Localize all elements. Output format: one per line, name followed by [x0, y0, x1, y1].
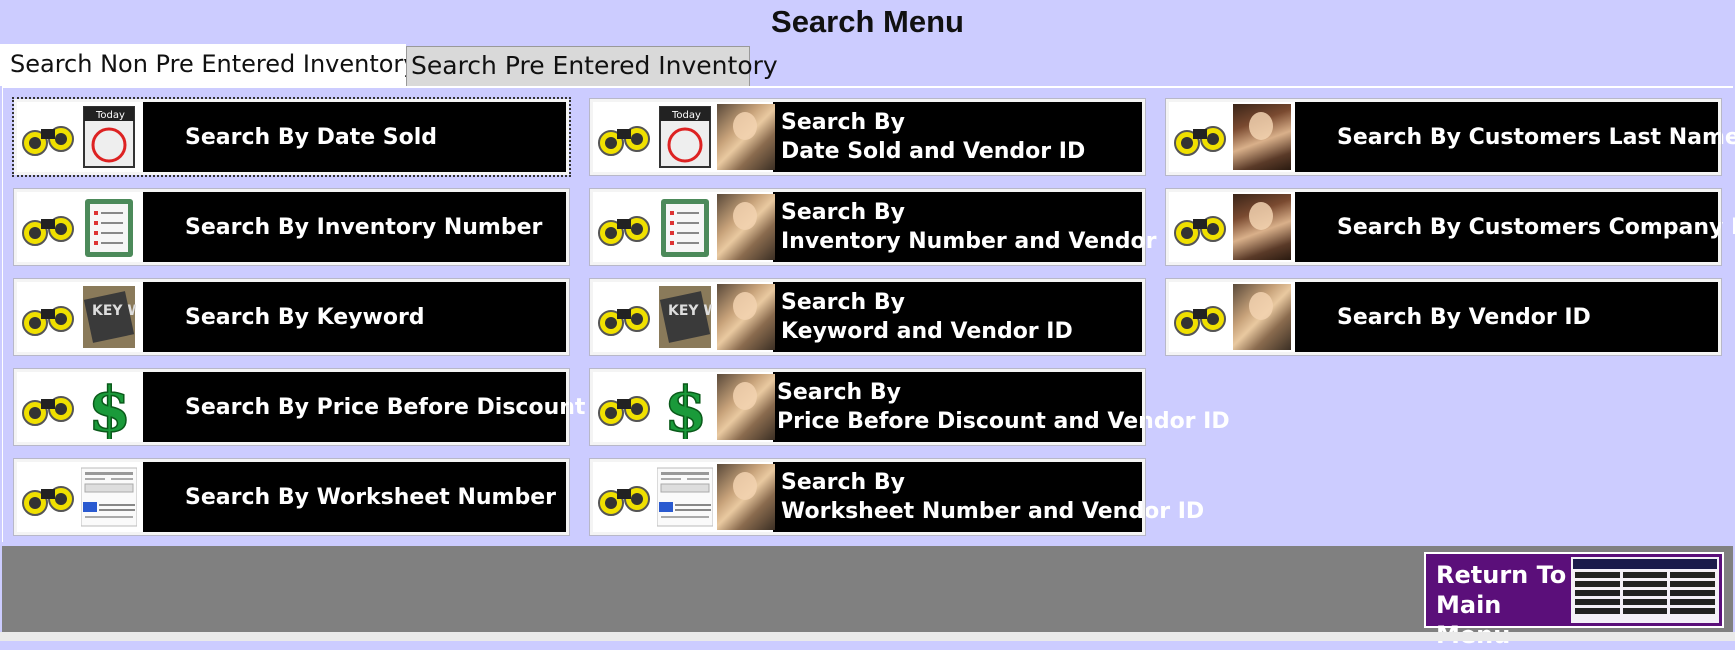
tab-pre-entered[interactable]: Search Pre Entered Inventory [406, 46, 778, 86]
button-label: Search By Vendor ID [1337, 304, 1591, 330]
keyword-cube-icon: KEY Words [657, 286, 713, 348]
vendor-photo-icon [717, 464, 775, 530]
svg-text:KEY Words: KEY Words [92, 303, 136, 319]
button-label: Search By Keyword and Vendor ID [781, 290, 1073, 344]
search-by-vendor-id-button[interactable]: Search By Vendor ID [1165, 278, 1722, 356]
today-calendar-icon: Today [657, 106, 713, 168]
binoculars-icon [21, 196, 77, 258]
dollar-sign-icon: $ [657, 375, 713, 439]
button-label: Search By Date Sold and Vendor ID [781, 110, 1086, 164]
binoculars-icon [21, 286, 77, 348]
customer-photo-icon [1233, 194, 1291, 260]
search-by-worksheet-number-vendor-button[interactable]: Search By Worksheet Number and Vendor ID [589, 458, 1204, 536]
keyword-cube-icon: KEY Words [81, 286, 137, 348]
main-menu-thumbnail-icon [1571, 557, 1719, 623]
page-title: Search Menu [771, 4, 964, 39]
search-by-inventory-number-vendor-button[interactable]: Search By Inventory Number and Vendor ID [589, 188, 1191, 266]
search-by-price-before-discount-button[interactable]: $ Search By Price Before Discount [13, 368, 585, 446]
button-label: Search By Inventory Number and Vendor ID [781, 200, 1191, 254]
binoculars-icon [597, 376, 653, 438]
search-by-inventory-number-button[interactable]: Search By Inventory Number [13, 188, 570, 266]
search-by-customers-company-name-button[interactable]: Search By Customers Company Name [1165, 188, 1735, 266]
vendor-photo-icon [717, 284, 775, 350]
search-by-worksheet-number-button[interactable]: Search By Worksheet Number [13, 458, 570, 536]
search-by-date-sold-vendor-button[interactable]: Today Search By Date Sold and Vendor ID [589, 98, 1146, 176]
button-label: Search By Customers Last Name [1337, 124, 1735, 150]
return-to-main-menu-button[interactable]: Return To Main Menu [1424, 552, 1724, 649]
worksheet-thumbnail-icon [657, 466, 713, 528]
button-label: Search By Inventory Number [185, 214, 543, 240]
search-by-date-sold-button[interactable]: Today Search By Date Sold [12, 97, 571, 177]
svg-text:$: $ [88, 375, 131, 439]
search-by-price-before-discount-vendor-button[interactable]: $ Search By Price Before Discount and Ven… [589, 368, 1230, 446]
button-label: Search By Customers Company Name [1337, 214, 1735, 240]
today-calendar-icon: Today [81, 106, 137, 168]
vendor-photo-icon [717, 104, 775, 170]
binoculars-icon [21, 466, 77, 528]
binoculars-icon [21, 376, 77, 438]
binoculars-icon [1173, 286, 1229, 348]
vendor-photo-icon [717, 374, 775, 440]
dollar-sign-icon: $ [81, 375, 137, 439]
worksheet-thumbnail-icon [81, 466, 137, 528]
svg-text:$: $ [664, 375, 707, 439]
svg-text:Today: Today [95, 110, 125, 121]
svg-text:KEY Words: KEY Words [668, 303, 712, 319]
button-label: Search By Date Sold [185, 124, 438, 150]
button-label: Search By Price Before Discount and Vendo… [777, 380, 1230, 434]
binoculars-icon [597, 106, 653, 168]
svg-text:Today: Today [671, 110, 701, 121]
binoculars-icon [21, 106, 77, 168]
binoculars-icon [597, 466, 653, 528]
search-by-keyword-button[interactable]: KEY Words Search By Keyword [13, 278, 570, 356]
binoculars-icon [597, 196, 653, 258]
footer-strip [0, 632, 1735, 641]
return-label: Return To Main Menu [1436, 561, 1567, 649]
vendor-photo-icon [1233, 284, 1291, 350]
vendor-photo-icon [717, 194, 775, 260]
search-by-customers-last-name-button[interactable]: Search By Customers Last Name [1165, 98, 1735, 176]
search-by-keyword-vendor-button[interactable]: KEY Words Search ByKeyword and Vendor ID [589, 278, 1146, 356]
tab-non-pre-entered[interactable]: Search Non Pre Entered Inventory [0, 44, 418, 86]
clipboard-checklist-icon [657, 196, 713, 258]
clipboard-checklist-icon [81, 196, 137, 258]
button-label: Search By Worksheet Number and Vendor ID [781, 470, 1205, 524]
button-label: Search By Keyword [185, 304, 425, 330]
binoculars-icon [597, 286, 653, 348]
button-label: Search By Worksheet Number [185, 484, 556, 510]
customer-photo-icon [1233, 104, 1291, 170]
binoculars-icon [1173, 106, 1229, 168]
button-label: Search By Price Before Discount [185, 394, 586, 420]
binoculars-icon [1173, 196, 1229, 258]
